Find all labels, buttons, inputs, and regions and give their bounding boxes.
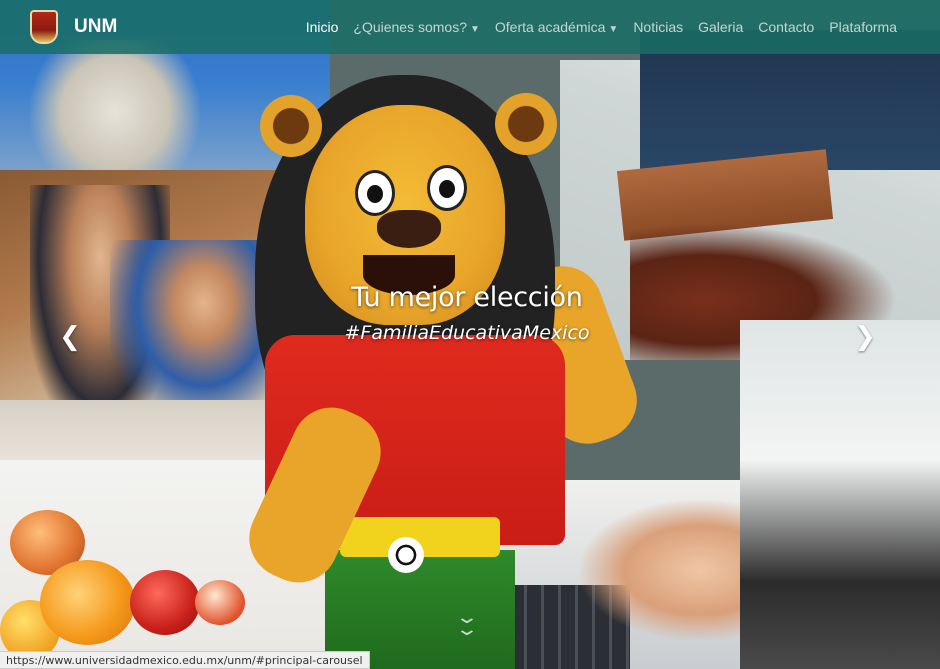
nav-item-label: ¿Quienes somos? bbox=[353, 19, 467, 35]
nav-item-noticias[interactable]: Noticias bbox=[633, 19, 683, 35]
page: UNM Inicio ¿Quienes somos? ▼ Oferta acadé… bbox=[0, 0, 940, 669]
university-crest-logo bbox=[30, 10, 58, 44]
nav-item-galeria[interactable]: Galeria bbox=[698, 19, 743, 35]
carousel-caption: Tu mejor elección #FamiliaEducativaMexic… bbox=[0, 282, 940, 344]
chevron-left-icon: ❮ bbox=[59, 322, 81, 352]
carousel-prev-button[interactable]: ❮ bbox=[55, 322, 85, 352]
nav-item-inicio[interactable]: Inicio bbox=[306, 19, 339, 35]
nav-item-quienes-somos[interactable]: ¿Quienes somos? ▼ bbox=[353, 19, 480, 35]
caret-down-icon: ▼ bbox=[608, 24, 619, 35]
brand-name: UNM bbox=[74, 16, 118, 37]
brand-link[interactable]: UNM bbox=[30, 10, 117, 44]
chevron-right-icon: ❯ bbox=[854, 322, 876, 352]
nav-item-label: Oferta académica bbox=[494, 19, 606, 35]
nav-links: Inicio ¿Quienes somos? ▼ Oferta académica… bbox=[306, 0, 897, 54]
status-bar-url: https://www.universidadmexico.edu.mx/unm… bbox=[0, 651, 370, 669]
carousel-next-button[interactable]: ❯ bbox=[850, 322, 880, 352]
top-navbar: UNM Inicio ¿Quienes somos? ▼ Oferta acadé… bbox=[0, 0, 940, 54]
carousel-title: Tu mejor elección bbox=[351, 282, 583, 313]
lion-mascot-image bbox=[236, 65, 649, 669]
double-chevron-down-icon: ⌄ ⌄ bbox=[454, 607, 480, 640]
nav-item-oferta-academica[interactable]: Oferta académica ▼ bbox=[495, 19, 618, 35]
caret-down-icon: ▼ bbox=[470, 24, 480, 35]
nav-item-plataforma[interactable]: Plataforma bbox=[829, 19, 897, 35]
carousel-hashtag: #FamiliaEducativaMexico bbox=[344, 322, 590, 344]
nav-item-contacto[interactable]: Contacto bbox=[758, 19, 814, 35]
scroll-down-button[interactable]: ⌄ ⌄ bbox=[443, 609, 491, 648]
